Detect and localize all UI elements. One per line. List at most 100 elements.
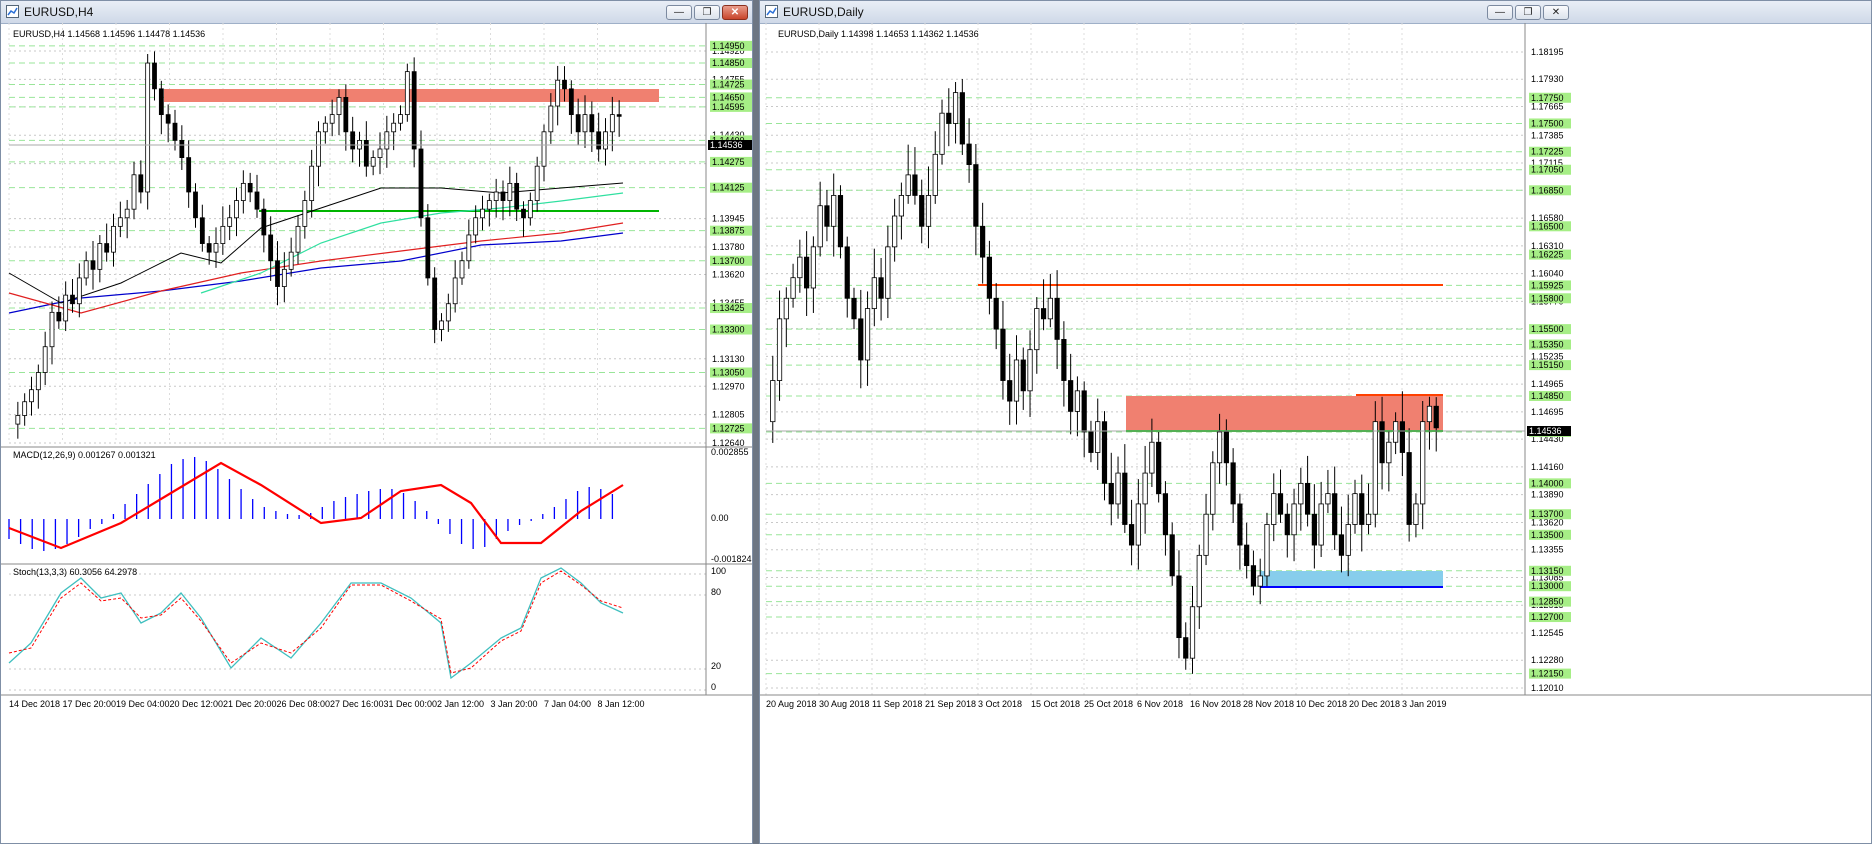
- price-tick-label: 1.13890: [1531, 490, 1564, 500]
- candle-body: [1359, 493, 1365, 525]
- candle-body: [521, 208, 526, 219]
- level-label: 1.13500: [1531, 530, 1564, 540]
- candle-body: [609, 114, 615, 133]
- time-tick-label: 26 Dec 08:00: [277, 699, 331, 709]
- candle-body: [790, 277, 796, 299]
- candle-body: [377, 148, 383, 158]
- macd-label: MACD(12,26,9) 0.001267 0.001321: [13, 450, 156, 460]
- candle-body: [76, 277, 82, 305]
- candle-body: [817, 205, 823, 248]
- left-chart-window[interactable]: EURUSD,H4 — ❐ ✕ 1.149201.147551.145951.1…: [0, 0, 753, 844]
- candle-body: [932, 153, 938, 196]
- candle-body: [993, 297, 999, 330]
- price-tick-label: 1.13620: [712, 270, 745, 280]
- candle-body: [445, 303, 451, 322]
- candle-body: [70, 294, 75, 305]
- candle-body: [1216, 431, 1223, 464]
- candle-body: [1413, 503, 1419, 525]
- candle-body: [1000, 328, 1006, 381]
- chart-window-icon: [6, 5, 19, 18]
- candle-body: [1271, 493, 1277, 525]
- close-button[interactable]: ✕: [1543, 5, 1569, 20]
- candle-body: [165, 114, 171, 124]
- candle-body: [42, 346, 48, 373]
- price-tick-label: 1.18195: [1531, 47, 1564, 57]
- candle-body: [1149, 441, 1155, 474]
- candle-body: [22, 401, 28, 416]
- candle-body: [398, 114, 403, 124]
- candle-body: [1277, 493, 1284, 515]
- daily-chart-canvas[interactable]: 1.181951.179301.176651.173851.171151.168…: [760, 23, 1871, 843]
- candle-body: [541, 131, 547, 167]
- candle-body: [919, 195, 925, 227]
- candle-body: [1257, 575, 1263, 587]
- candle-body: [1298, 482, 1304, 505]
- time-axis: 14 Dec 2018 17 Dec 20:00 19 Dec 04:00 20 De…: [9, 699, 645, 709]
- candle-body: [288, 251, 294, 270]
- price-tick-label: 1.14965: [1531, 379, 1564, 389]
- candle-body: [851, 297, 857, 320]
- level-label: 1.16850: [1531, 185, 1564, 195]
- time-tick-label: 15 Oct 2018: [1031, 699, 1080, 709]
- time-tick-label: 27 Dec 16:00: [330, 699, 384, 709]
- candle-body: [548, 105, 554, 133]
- level-label: 1.15350: [1531, 340, 1564, 350]
- level-label: 1.14725: [712, 80, 745, 90]
- time-tick-label: 3 Jan 2019: [1402, 699, 1447, 709]
- time-tick-label: 20 Aug 2018: [766, 699, 817, 709]
- candle-body: [1352, 493, 1358, 525]
- right-chart-window[interactable]: EURUSD,Daily — ❐ ✕ 1.18195 1.17930 1.17665…: [759, 0, 1872, 844]
- level-label: 1.17750: [1531, 93, 1564, 103]
- candle-body: [117, 217, 123, 227]
- minimize-button[interactable]: —: [1487, 5, 1513, 20]
- candle-body: [343, 97, 349, 133]
- candle-body: [952, 92, 959, 124]
- candle-body: [1040, 308, 1047, 320]
- candle-body: [783, 297, 789, 320]
- h4-candles: [15, 51, 622, 439]
- close-button[interactable]: ✕: [722, 5, 748, 20]
- candle-body: [145, 62, 151, 193]
- candle-body: [925, 195, 932, 227]
- minimize-button[interactable]: —: [666, 5, 692, 20]
- candle-body: [959, 92, 965, 145]
- candle-body: [370, 157, 376, 167]
- time-tick-label: 21 Sep 2018: [925, 699, 976, 709]
- candle-body: [986, 256, 993, 299]
- level-label: 1.14125: [712, 183, 745, 193]
- level-label: 1.15150: [1531, 360, 1564, 370]
- candle-body: [486, 200, 492, 210]
- level-label: 1.17225: [1531, 147, 1564, 157]
- h4-chart-canvas[interactable]: 1.149201.147551.145951.144301.142651.139…: [1, 23, 752, 843]
- candle-body: [1196, 554, 1202, 608]
- candle-body: [411, 71, 417, 150]
- maximize-button[interactable]: ❐: [694, 5, 720, 20]
- candle-body: [973, 164, 979, 227]
- candle-body: [213, 243, 219, 253]
- time-tick-label: 3 Jan 20:00: [491, 699, 538, 709]
- candle-body: [172, 122, 178, 141]
- candle-body: [35, 372, 41, 391]
- price-axis: 1.181951.179301.176651.173851.171151.168…: [1527, 47, 1571, 693]
- candle-body: [844, 246, 850, 299]
- candle-body: [275, 260, 280, 287]
- price-tick-label: 1.17385: [1531, 130, 1564, 140]
- maximize-button[interactable]: ❐: [1515, 5, 1541, 20]
- time-tick-label: 28 Nov 2018: [1243, 699, 1294, 709]
- candle-body: [824, 205, 830, 227]
- candle-body: [1108, 482, 1114, 505]
- time-tick-label: 17 Dec 20:00: [63, 699, 117, 709]
- candle-body: [1115, 472, 1121, 505]
- candle-body: [1162, 493, 1169, 536]
- left-window-titlebar[interactable]: EURUSD,H4 — ❐ ✕: [1, 1, 752, 24]
- level-label: 1.13700: [712, 256, 745, 266]
- level-label: 1.17500: [1531, 118, 1564, 128]
- right-window-title: EURUSD,Daily: [783, 5, 864, 19]
- right-window-titlebar[interactable]: EURUSD,Daily — ❐ ✕: [760, 1, 1871, 24]
- candle-body: [1007, 380, 1013, 402]
- candle-body: [350, 131, 356, 150]
- macd-scale-top: 0.002855: [711, 447, 749, 457]
- candle-body: [199, 217, 205, 244]
- macd-signal-line: [8, 461, 624, 550]
- level-label: 1.14000: [1531, 478, 1564, 488]
